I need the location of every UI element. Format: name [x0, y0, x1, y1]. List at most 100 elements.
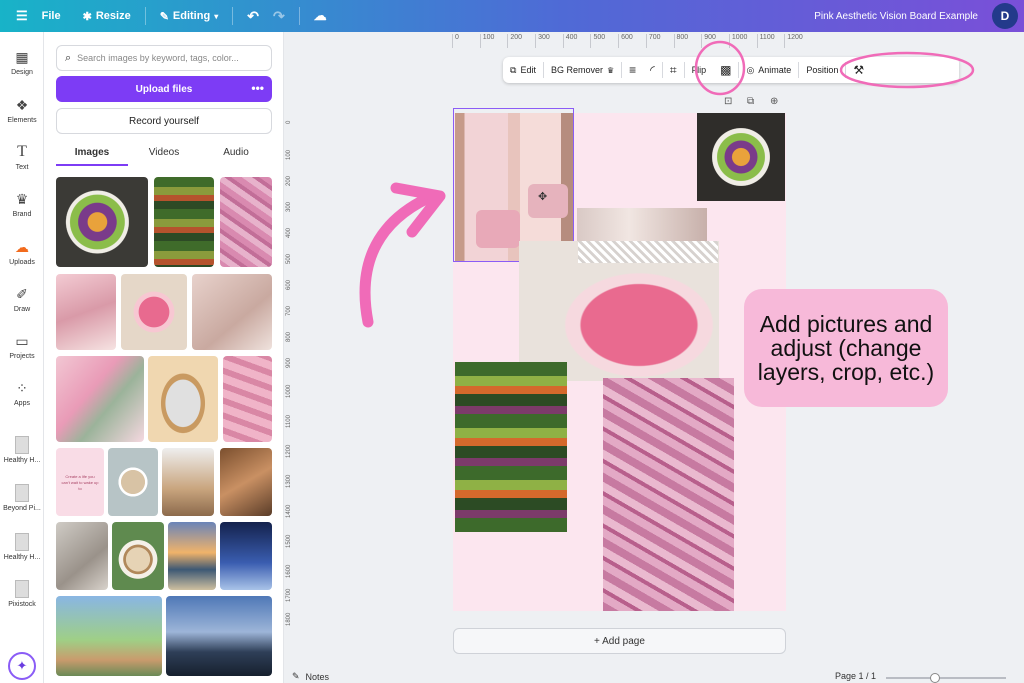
- rail-item-recent-1[interactable]: Healthy H...: [0, 436, 44, 464]
- tab-videos[interactable]: Videos: [128, 140, 200, 166]
- tab-audio[interactable]: Audio: [200, 140, 272, 166]
- search-input[interactable]: ⌕ Search images by keyword, tags, color.…: [56, 45, 272, 71]
- text-icon: T: [17, 143, 27, 160]
- image-thumb-airplane-sky[interactable]: [220, 522, 272, 590]
- position-button[interactable]: Position: [799, 57, 845, 83]
- border-lines-icon: ≡: [629, 63, 637, 77]
- undo-button[interactable]: ↶: [247, 8, 259, 25]
- divider: [144, 7, 146, 25]
- photo-candle[interactable]: [577, 208, 707, 244]
- resize-button[interactable]: ✱ Resize: [83, 10, 131, 23]
- crop-icon: ⌗: [669, 62, 677, 77]
- annotation-callout: Add pictures and adjust (change layers, …: [744, 289, 948, 407]
- transparency-button[interactable]: ▩: [713, 57, 738, 83]
- notes-button[interactable]: ✎ Notes: [292, 671, 329, 682]
- redo-button[interactable]: ↷: [273, 8, 285, 25]
- apps-icon: ⁘: [16, 380, 28, 396]
- image-thumb-pink-bow-money[interactable]: [56, 356, 144, 442]
- checkerboard-icon: ▩: [720, 63, 732, 77]
- upload-files-button[interactable]: Upload files •••: [56, 76, 272, 102]
- lock-page-icon[interactable]: ⊡: [724, 96, 732, 107]
- editing-mode-button[interactable]: ✎ Editing ▾: [160, 10, 219, 23]
- photo-pink-money[interactable]: [603, 378, 734, 611]
- duplicate-page-icon[interactable]: ⧉: [747, 96, 754, 107]
- edit-image-icon: ⧉: [510, 64, 517, 75]
- pencil-icon: ✎: [159, 10, 169, 23]
- image-thumb-produce[interactable]: [154, 177, 214, 267]
- search-placeholder: Search images by keyword, tags, color...: [77, 53, 239, 63]
- image-thumb-book-table[interactable]: [220, 448, 272, 516]
- rail-item-projects[interactable]: ▭ Projects: [0, 332, 44, 360]
- image-thumb-iced-coffee[interactable]: [162, 448, 214, 516]
- uploads-icon: ☁: [15, 239, 29, 255]
- rail-item-pixistock[interactable]: Pixistock: [0, 580, 44, 608]
- border-style-button[interactable]: ≡: [622, 57, 643, 83]
- recent-design-thumb: [15, 533, 29, 551]
- page-indicator[interactable]: Page 1 / 1: [835, 671, 876, 681]
- crop-button[interactable]: ⌗: [663, 57, 684, 83]
- rail-item-text[interactable]: T Text: [0, 143, 44, 171]
- uploads-panel: ⌕ Search images by keyword, tags, color.…: [44, 32, 284, 683]
- bg-remover-button[interactable]: BG Remover ♛: [544, 57, 621, 83]
- photo-produce-shelves[interactable]: [455, 362, 567, 532]
- record-yourself-button[interactable]: Record yourself: [56, 108, 272, 134]
- image-thumb-pink-items[interactable]: [223, 356, 272, 442]
- zoom-slider-handle[interactable]: [930, 673, 940, 683]
- pink-handbag-overlay: [476, 210, 520, 248]
- vertical-ruler: 0 100 200 300 400 500 600 700 800 900 10…: [286, 120, 292, 626]
- bottom-bar: ✎ Notes Page 1 / 1: [284, 667, 1024, 683]
- image-thumb-pink-bag[interactable]: [192, 274, 272, 350]
- avatar[interactable]: D: [992, 3, 1018, 29]
- image-thumb-latte-art[interactable]: [112, 522, 164, 590]
- draw-icon: ✐: [16, 286, 28, 302]
- image-thumb-laptop-coffee[interactable]: [56, 522, 108, 590]
- image-thumb-latte[interactable]: [108, 448, 158, 516]
- elements-icon: ❖: [15, 97, 29, 113]
- hamburger-icon[interactable]: ☰: [16, 8, 28, 24]
- add-page-button[interactable]: + Add page: [453, 628, 786, 654]
- image-thumb-smoothie-bowl[interactable]: [121, 274, 187, 350]
- image-thumb-quote-card[interactable]: Create a life you can't wait to wake up …: [56, 448, 104, 516]
- rail-item-brand[interactable]: ♛ Brand: [0, 190, 44, 218]
- image-thumb-mirror-selfie[interactable]: [148, 356, 218, 442]
- copy-style-button[interactable]: ⚒: [846, 57, 871, 83]
- flip-button[interactable]: Flip: [685, 57, 714, 83]
- rail-item-draw[interactable]: ✐ Draw: [0, 285, 44, 313]
- corner-rounding-button[interactable]: ◜: [643, 57, 662, 83]
- tab-images[interactable]: Images: [56, 140, 128, 166]
- add-page-icon[interactable]: ⊕: [770, 96, 778, 107]
- brand-icon: ♛: [15, 191, 29, 207]
- magic-assistant-button[interactable]: ✦: [8, 652, 36, 680]
- zoom-slider[interactable]: [886, 673, 1006, 683]
- photo-veggie-bowl[interactable]: [697, 113, 785, 201]
- rail-item-design[interactable]: ▦ Design: [0, 48, 44, 76]
- rail-item-apps[interactable]: ⁘ Apps: [0, 379, 44, 407]
- rail-item-uploads[interactable]: ☁ Uploads: [0, 238, 44, 266]
- cloud-save-icon[interactable]: ☁: [314, 8, 327, 24]
- chevron-down-icon: ▾: [214, 11, 219, 21]
- pixistock-icon: [15, 580, 29, 598]
- search-icon: ⌕: [65, 51, 72, 64]
- sparkle-icon: ✱: [82, 10, 92, 23]
- animate-button[interactable]: ◎ Animate: [739, 57, 798, 83]
- image-thumb-tropical-resort[interactable]: [56, 596, 162, 676]
- notes-icon: ✎: [292, 671, 300, 681]
- image-thumb-city-skyline[interactable]: [166, 596, 272, 676]
- move-cursor-icon: ✥: [538, 191, 548, 203]
- projects-icon: ▭: [15, 333, 29, 349]
- media-tabs: Images Videos Audio: [56, 140, 272, 166]
- horizontal-ruler: 0 100 200 300 400 500 600 700 800 900 1000 1100 1200: [452, 34, 812, 48]
- edit-image-button[interactable]: ⧉ Edit: [503, 57, 543, 83]
- more-options-icon[interactable]: •••: [251, 81, 264, 95]
- image-thumb-veggie-bowl[interactable]: [56, 177, 148, 267]
- image-thumb-sunset-beach[interactable]: [168, 522, 216, 590]
- rail-item-recent-2[interactable]: Beyond Pi...: [0, 484, 44, 512]
- image-thumb-pink-outfit[interactable]: [56, 274, 116, 350]
- recent-design-thumb: [15, 484, 29, 502]
- document-title[interactable]: Pink Aesthetic Vision Board Example: [814, 11, 978, 22]
- rail-item-recent-3[interactable]: Healthy H...: [0, 533, 44, 561]
- image-thumb-pink-money[interactable]: [220, 177, 272, 267]
- rail-item-elements[interactable]: ❖ Elements: [0, 96, 44, 124]
- file-menu[interactable]: File: [42, 10, 61, 22]
- divider: [232, 7, 234, 25]
